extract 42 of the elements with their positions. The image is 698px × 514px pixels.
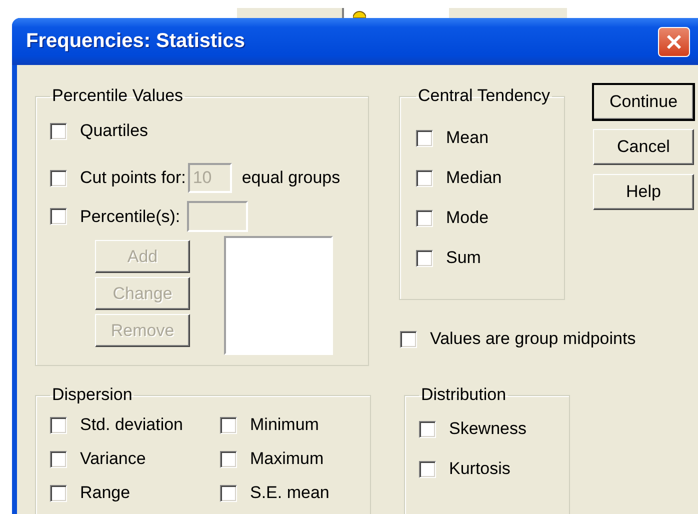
close-icon [665, 32, 683, 50]
dialog-button[interactable]: Help [593, 174, 694, 210]
checkbox[interactable] [220, 450, 237, 468]
checkbox-label: Variance [80, 449, 146, 469]
group-title: Percentile Values [51, 86, 184, 106]
checkbox-label: Range [80, 483, 130, 503]
checkbox-label: Std. deviation [80, 415, 184, 435]
checkbox-label: Cut points for: [80, 168, 186, 188]
checkbox-label: Mean [446, 128, 489, 148]
checkbox[interactable] [50, 484, 67, 502]
checkbox[interactable] [416, 130, 433, 146]
checkbox[interactable] [50, 450, 67, 468]
checkbox-label: Minimum [250, 415, 319, 435]
checkbox[interactable] [419, 420, 436, 438]
checkbox[interactable] [400, 330, 417, 348]
checkbox[interactable] [50, 122, 67, 140]
checkbox[interactable] [416, 210, 433, 226]
window-title: Frequencies: Statistics [26, 30, 246, 53]
checkbox-label: Quartiles [80, 121, 148, 141]
checkbox[interactable] [419, 460, 436, 478]
checkbox[interactable] [50, 416, 67, 434]
list-box[interactable] [224, 236, 333, 355]
checkbox[interactable] [416, 170, 433, 186]
checkbox-label: S.E. mean [250, 483, 330, 503]
group-title: Dispersion [51, 385, 134, 405]
close-button[interactable] [658, 26, 690, 56]
checkbox[interactable] [220, 484, 237, 502]
checkbox-label: Median [446, 168, 502, 188]
checkbox-label: Maximum [250, 449, 324, 469]
dialog-button[interactable]: Continue [593, 84, 694, 120]
checkbox-label: Sum [446, 248, 481, 268]
dialog-button[interactable]: Cancel [593, 129, 694, 165]
checkbox[interactable] [220, 416, 237, 434]
checkbox-label: Mode [446, 208, 489, 228]
checkbox-label: Kurtosis [449, 459, 510, 479]
checkbox[interactable] [416, 250, 433, 266]
checkbox-label: Skewness [449, 419, 526, 439]
group-title: Central Tendency [417, 86, 551, 106]
checkbox-label: Percentile(s): [80, 206, 180, 226]
checkbox-label: Values are group midpoints [430, 329, 636, 349]
group-title: Distribution [420, 385, 508, 405]
field-suffix: equal groups [242, 168, 340, 188]
